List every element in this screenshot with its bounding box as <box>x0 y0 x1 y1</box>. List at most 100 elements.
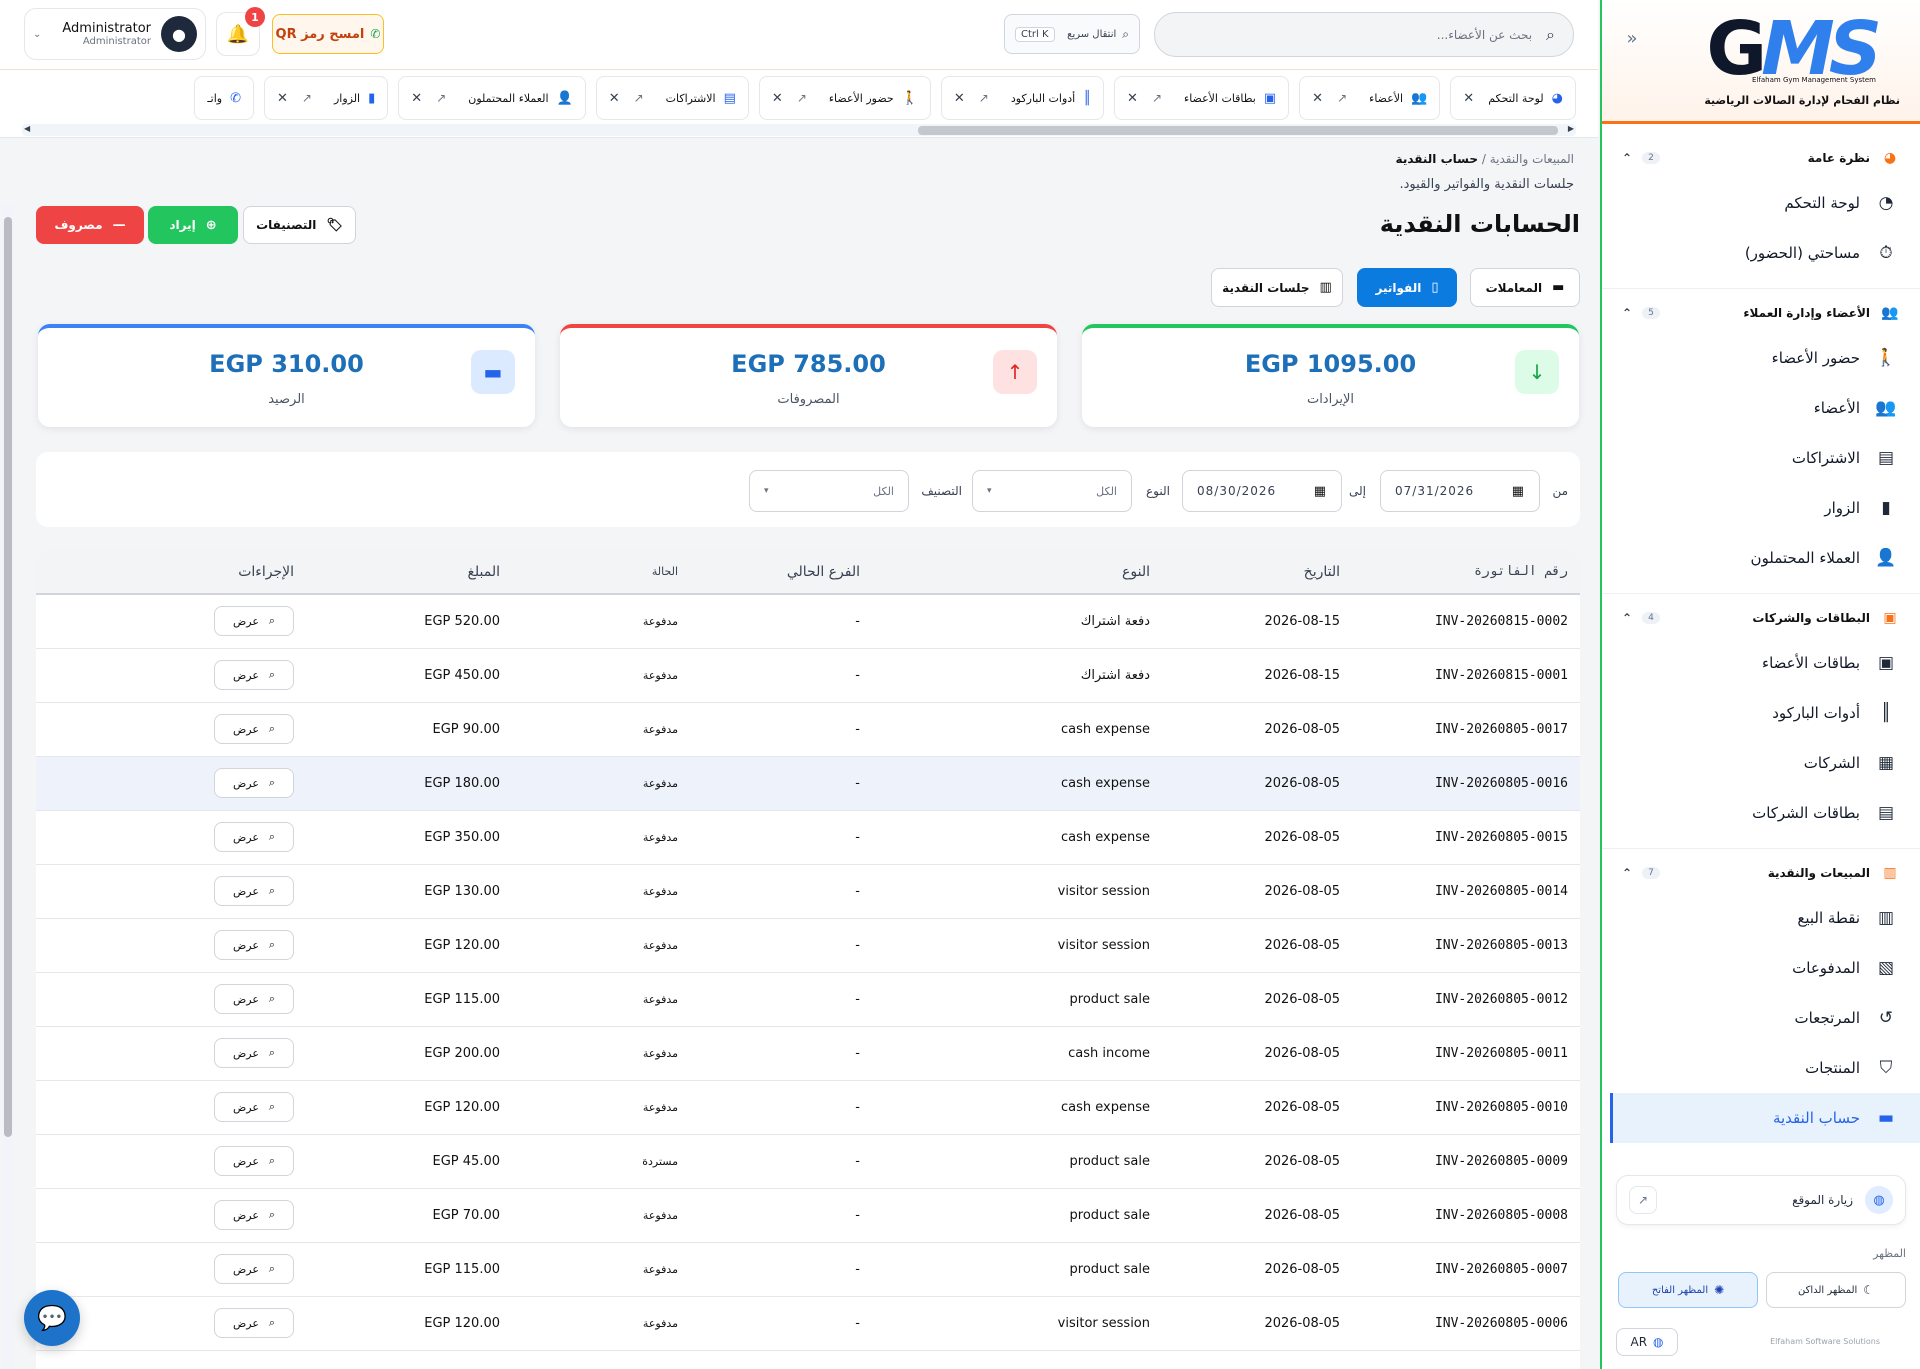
view-button[interactable]: ⌕ عرض <box>214 1146 294 1176</box>
scan-qr-button[interactable]: ✆ امسح رمز QR <box>272 14 384 54</box>
tab-member-attendance[interactable]: 🚶 حضور الأعضاء ↗ ✕ <box>758 76 931 120</box>
sidebar-item-returns[interactable]: ↺ المرتجعات <box>1602 993 1920 1043</box>
scrollbar-thumb[interactable] <box>918 126 1558 135</box>
group-header[interactable]: ▣ البطاقات والشركات 4 ⌃ <box>1602 598 1920 638</box>
external-link-icon[interactable]: ↗ <box>797 91 807 105</box>
scroll-right-icon[interactable]: ▶ <box>1568 124 1574 133</box>
column-header[interactable]: المبلغ <box>340 550 510 595</box>
sidebar-item-company-cards[interactable]: ▤ بطاقات الشركات <box>1602 788 1920 838</box>
view-button[interactable]: ⌕ عرض <box>214 1308 294 1338</box>
sidebar-item-products[interactable]: ⛉ المنتجات <box>1602 1043 1920 1093</box>
sidebar-item-companies[interactable]: ▦ الشركات <box>1602 738 1920 788</box>
from-date-input[interactable]: 07/31/2026 ▦ <box>1380 470 1540 512</box>
notifications-button[interactable]: 🔔 1 <box>216 7 265 56</box>
close-icon[interactable]: ✕ <box>411 91 422 106</box>
sidebar-item-cash-account[interactable]: ▬ حساب النقدية <box>1610 1093 1920 1143</box>
page-scrollbar[interactable] <box>2 205 14 1369</box>
view-button[interactable]: ⌕ عرض <box>214 1038 294 1068</box>
tab-subscriptions[interactable]: ▤ الاشتراكات ↗ ✕ <box>595 76 749 120</box>
tab-leads[interactable]: 👤 العملاء المحتملون ↗ ✕ <box>398 76 586 120</box>
sidebar-item-payments[interactable]: ▧ المدفوعات <box>1602 943 1920 993</box>
view-button[interactable]: ⌕ عرض <box>214 984 294 1014</box>
tab-invoices[interactable]: ▯ الفواتير <box>1357 268 1457 307</box>
group-header[interactable]: ◕ نظرة عامة 2 ⌃ <box>1602 138 1920 178</box>
external-link-icon[interactable]: ↗ <box>1152 91 1162 105</box>
sidebar-item-dashboard[interactable]: ◔ لوحة التحكم <box>1602 178 1920 228</box>
view-button[interactable]: ⌕ عرض <box>214 876 294 906</box>
sidebar-item-leads[interactable]: 👤 العملاء المحتملون <box>1602 533 1920 583</box>
language-toggle[interactable]: ◍ AR <box>1616 1328 1678 1356</box>
column-header[interactable]: الفرع الحالي <box>720 550 950 595</box>
view-button[interactable]: ⌕ عرض <box>214 660 294 690</box>
quick-jump-button[interactable]: ⌕ انتقال سريع Ctrl K <box>1004 14 1140 54</box>
chat-button[interactable]: 💬 <box>24 1290 80 1346</box>
view-button[interactable]: ⌕ عرض <box>214 606 294 637</box>
external-link-icon[interactable]: ↗ <box>634 91 644 105</box>
close-icon[interactable]: ✕ <box>1312 91 1323 106</box>
sidebar-item-member-cards[interactable]: ▣ بطاقات الأعضاء <box>1602 638 1920 688</box>
status-cell: مدفوعة <box>510 1080 720 1135</box>
invoice-number-cell: INV-20260805-0009 <box>1380 1134 1580 1189</box>
categories-button[interactable]: 🏷 التصنيفات <box>243 206 356 244</box>
type-select[interactable]: الكل ▾ <box>972 470 1132 512</box>
tab-visitors[interactable]: ▮ الزوار ↗ ✕ <box>263 76 389 120</box>
view-button[interactable]: ⌕ عرض <box>214 822 294 852</box>
column-header[interactable]: النوع <box>950 550 1180 595</box>
column-header[interactable]: رقم الفاتورة <box>1380 550 1580 595</box>
dark-theme-button[interactable]: ☾ المظهر الداكن <box>1766 1272 1906 1308</box>
add-expense-button[interactable]: — مصروف <box>36 206 144 244</box>
breadcrumb-parent[interactable]: المبيعات والنقدية <box>1490 152 1574 166</box>
type-cell: product sale <box>950 1242 1180 1297</box>
scrollbar-thumb[interactable] <box>4 217 12 1137</box>
close-icon[interactable]: ✕ <box>277 91 288 106</box>
column-header[interactable]: الحالة <box>510 550 720 595</box>
sidebar-item-members[interactable]: 👥 الأعضاء <box>1602 383 1920 433</box>
group-header[interactable]: ▥ المبيعات والنقدية 7 ⌃ <box>1602 853 1920 893</box>
category-select[interactable]: الكل ▾ <box>749 470 909 512</box>
tabs-scrollbar[interactable]: ◀ ▶ <box>22 124 1576 136</box>
sidebar-item-pos[interactable]: ▥ نقطة البيع <box>1602 893 1920 943</box>
view-button[interactable]: ⌕ عرض <box>214 768 294 798</box>
view-button[interactable]: ⌕ عرض <box>214 930 294 960</box>
sidebar-item-barcode-tools[interactable]: ║ أدوات الباركود <box>1602 688 1920 738</box>
close-icon[interactable]: ✕ <box>954 91 965 106</box>
sidebar-item-visitors[interactable]: ▮ الزوار <box>1602 483 1920 533</box>
external-link-icon[interactable]: ↗ <box>302 91 312 105</box>
collapse-sidebar-button[interactable]: « <box>1616 22 1648 54</box>
close-icon[interactable]: ✕ <box>1463 91 1474 106</box>
view-button[interactable]: ⌕ عرض <box>214 1254 294 1284</box>
light-theme-button[interactable]: ✺ المظهر الفاتح <box>1618 1272 1758 1308</box>
calendar-icon[interactable]: ▦ <box>1512 484 1525 499</box>
view-button[interactable]: ⌕ عرض <box>214 1092 294 1122</box>
member-search-input[interactable]: ⌕ بحث عن الأعضاء... <box>1154 12 1574 57</box>
close-icon[interactable]: ✕ <box>1127 91 1138 106</box>
close-icon[interactable]: ✕ <box>772 91 783 106</box>
add-income-button[interactable]: ⊕ إيراد <box>148 206 238 244</box>
sidebar-item-my-attendance[interactable]: ⏱ مساحتي (الحضور) <box>1602 228 1920 278</box>
close-icon[interactable]: ✕ <box>609 91 620 106</box>
user-menu[interactable]: ● Administrator Administrator ⌄ <box>24 8 206 60</box>
tab-dashboard[interactable]: ◕ لوحة التحكم ✕ <box>1450 76 1576 120</box>
tab-whatsapp[interactable]: ✆ واتـ <box>194 76 254 120</box>
scroll-left-icon[interactable]: ◀ <box>24 124 30 133</box>
visit-site-button[interactable]: ◍ زيارة الموقع ↗ <box>1616 1175 1906 1225</box>
view-button[interactable]: ⌕ عرض <box>214 1200 294 1230</box>
sidebar-item-subscriptions[interactable]: ▤ الاشتراكات <box>1602 433 1920 483</box>
tab-barcode-tools[interactable]: ║ أدوات الباركود ↗ ✕ <box>940 76 1105 120</box>
external-link-icon[interactable]: ↗ <box>436 91 446 105</box>
external-link-icon[interactable]: ↗ <box>979 91 989 105</box>
sidebar-item-member-attendance[interactable]: 🚶 حضور الأعضاء <box>1602 333 1920 383</box>
group-header[interactable]: 👥 الأعضاء وإدارة العملاء 5 ⌃ <box>1602 293 1920 333</box>
calendar-icon[interactable]: ▦ <box>1314 484 1327 499</box>
tab-transactions[interactable]: ▬ المعاملات <box>1470 268 1580 307</box>
tab-cash-sessions[interactable]: ▥ جلسات النقدية <box>1211 268 1343 307</box>
to-date-input[interactable]: 08/30/2026 ▦ <box>1182 470 1342 512</box>
type-cell: cash expense <box>950 810 1180 865</box>
view-button[interactable]: ⌕ عرض <box>214 714 294 744</box>
status-cell: مستردة <box>510 1134 720 1189</box>
external-link-icon[interactable]: ↗ <box>1337 91 1347 105</box>
tab-member-cards[interactable]: ▣ بطاقات الأعضاء ↗ ✕ <box>1114 76 1290 120</box>
tab-members[interactable]: 👥 الأعضاء ↗ ✕ <box>1299 76 1441 120</box>
logo[interactable]: GMS <box>1706 12 1882 86</box>
column-header[interactable]: التاريخ <box>1180 550 1380 595</box>
